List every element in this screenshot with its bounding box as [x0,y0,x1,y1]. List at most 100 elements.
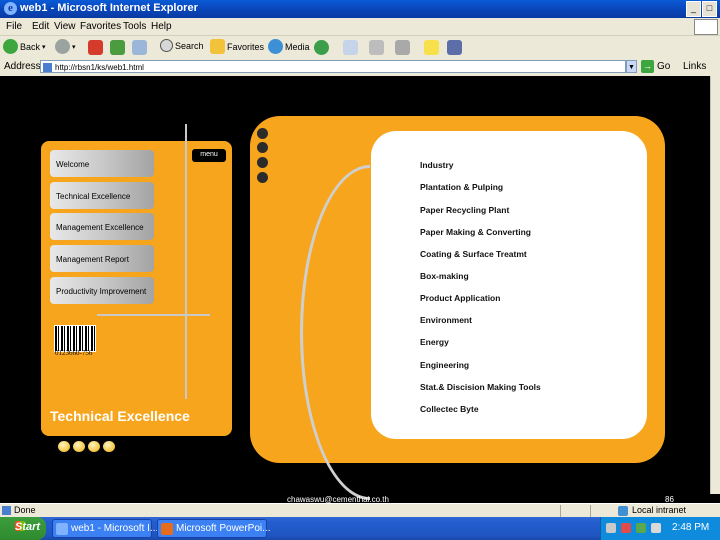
menu-favorites[interactable]: Favorites [80,21,121,32]
pill-dot-icon [73,441,85,452]
horizontal-divider [97,314,210,316]
page-done-icon [2,506,11,515]
tray-network-icon[interactable] [606,523,616,533]
status-divider [560,505,561,517]
left-menu-management-excellence[interactable]: Management Excellence [50,213,154,240]
menu-edit[interactable]: Edit [32,21,49,32]
vertical-divider [185,124,187,399]
right-menu-engineering[interactable]: Engineering [420,360,469,370]
barcode-number: 0123660-756 [55,349,93,357]
left-menu-technical-excellence[interactable]: Technical Excellence [50,182,154,209]
ie-logo-icon: e [4,2,17,15]
go-arrow-icon[interactable]: → [641,60,654,73]
menu-bar: File Edit View Favorites Tools Help [0,18,720,36]
tray-volume-icon[interactable] [651,523,661,533]
right-menu-plantation[interactable]: Plantation & Pulping [420,182,503,192]
maximize-button[interactable]: □ [702,1,717,17]
black-dot-icon [257,142,268,153]
forward-button[interactable]: ▾ [55,39,76,54]
menu-view[interactable]: View [54,21,76,32]
menu-help[interactable]: Help [151,21,172,32]
security-zone: Local intranet [632,505,687,515]
title-bar: e web1 - Microsoft Internet Explorer _ □ [0,0,720,18]
address-input[interactable]: http://rbsn1/ks/web1.html [40,60,626,73]
star-icon [210,39,225,54]
right-menu-industry[interactable]: Industry [420,160,454,170]
tray-antivirus-icon[interactable] [621,523,631,533]
links-button[interactable]: Links [683,61,706,72]
left-menu-welcome[interactable]: Welcome [50,150,154,177]
pill-dot-icon [58,441,70,452]
chevron-down-icon: ▾ [42,43,46,51]
right-menu-environment[interactable]: Environment [420,315,472,325]
back-button[interactable]: Back ▾ [3,39,46,54]
powerpoint-icon [161,523,173,535]
right-menu-stat-tools[interactable]: Stat.& Discision Making Tools [420,382,541,392]
menu-tools[interactable]: Tools [123,21,146,32]
discuss-icon[interactable] [424,40,439,55]
left-menu-productivity-improvement[interactable]: Productivity Improvement [50,277,154,304]
left-menu-label: Welcome [56,160,90,169]
clock[interactable]: 2:48 PM [672,522,709,533]
media-label: Media [285,41,310,52]
right-menu-energy[interactable]: Energy [420,337,449,347]
right-menu-paper-making[interactable]: Paper Making & Converting [420,227,531,237]
status-bar: Done Local intranet [0,503,720,518]
address-url: http://rbsn1/ks/web1.html [55,63,144,72]
left-menu-label: Management Excellence [56,223,144,232]
media-button[interactable]: Media [268,39,310,54]
refresh-icon[interactable] [110,40,125,55]
chevron-down-icon: ▾ [72,43,76,51]
address-dropdown-button[interactable]: ▼ [626,60,637,73]
minimize-button[interactable]: _ [686,1,701,17]
toolbar: Back ▾ ▾ Search Favorites Media [0,36,720,59]
right-white-panel [371,131,647,439]
favorites-label: Favorites [227,41,265,52]
taskbar: Start web1 - Microsoft I... Microsoft Po… [0,517,720,540]
tray-app-icon[interactable] [636,523,646,533]
stop-icon[interactable] [88,40,103,55]
barcode-image [54,325,96,352]
back-label: Back [20,41,41,52]
messenger-icon[interactable] [447,40,462,55]
menu-file[interactable]: File [6,21,22,32]
section-title: Technical Excellence [50,408,190,424]
vertical-scrollbar[interactable] [710,76,720,494]
status-divider [590,505,591,517]
media-icon [268,39,283,54]
search-button[interactable]: Search [160,39,204,52]
right-menu-paper-recycling[interactable]: Paper Recycling Plant [420,205,509,215]
windows-logo-icon [694,19,718,35]
right-menu-collectec-byte[interactable]: Collectec Byte [420,404,479,414]
print-icon[interactable] [369,40,384,55]
status-text: Done [14,505,36,515]
start-button[interactable]: Start [0,517,46,540]
search-icon [160,39,173,52]
left-menu-management-report[interactable]: Management Report [50,245,154,272]
address-bar: Address http://rbsn1/ks/web1.html ▼ → Go… [0,58,720,77]
address-label: Address [4,61,41,72]
edit-icon[interactable] [395,40,410,55]
taskbar-item-ie[interactable]: web1 - Microsoft I... [52,519,158,538]
black-dot-icon [257,172,268,183]
start-label: Start [15,521,41,533]
right-menu-box-making[interactable]: Box-making [420,271,469,281]
right-menu-product-application[interactable]: Product Application [420,293,500,303]
task-label: web1 - Microsoft I... [71,523,159,534]
back-arrow-icon [3,39,18,54]
home-icon[interactable] [132,40,147,55]
taskbar-item-powerpoint[interactable]: Microsoft PowerPoi... [157,519,271,538]
intranet-icon [618,506,628,516]
history-icon[interactable] [314,40,329,55]
go-button[interactable]: Go [657,61,670,72]
search-label: Search [175,40,204,51]
task-label: Microsoft PowerPoi... [176,523,271,534]
forward-arrow-icon [55,39,70,54]
right-menu-coating[interactable]: Coating & Surface Treatmt [420,249,527,259]
page-icon [43,63,52,72]
pill-dot-icon [88,441,100,452]
mail-icon[interactable] [343,40,358,55]
menu-tab[interactable]: menu [192,149,226,162]
favorites-button[interactable]: Favorites [210,39,264,54]
left-menu-label: Productivity Improvement [56,287,147,296]
